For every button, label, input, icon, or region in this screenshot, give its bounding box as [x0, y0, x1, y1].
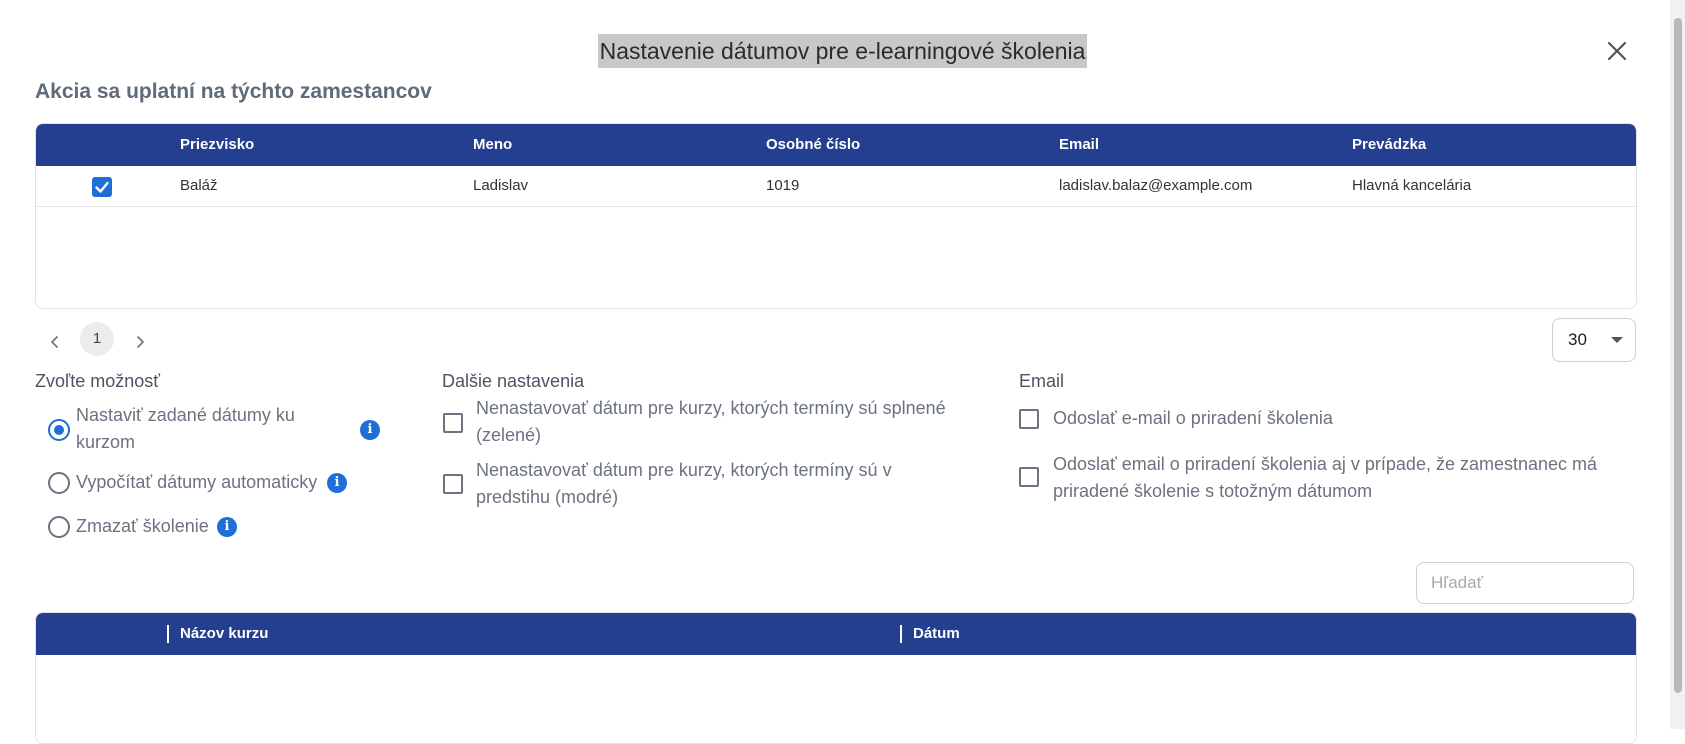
column-header-personal-number[interactable]: Osobné číslo — [766, 124, 860, 166]
checkbox-send-email-duplicate-label[interactable]: Odoslať email o priradení školenia aj v … — [1053, 451, 1618, 505]
close-button[interactable] — [1602, 36, 1632, 66]
checkbox-skip-ahead[interactable] — [443, 474, 463, 494]
column-header-email[interactable]: Email — [1059, 124, 1099, 166]
table-row[interactable]: Baláž Ladislav 1019 ladislav.balaz@examp… — [36, 166, 1636, 207]
cell-personal-number: 1019 — [766, 177, 800, 194]
dialog-title: Nastavenie dátumov pre e-learningové ško… — [597, 34, 1088, 68]
courses-table-header: Názov kurzu Dátum — [36, 613, 1636, 655]
chevron-right-icon — [137, 336, 144, 348]
page-number-button[interactable]: 1 — [80, 322, 114, 356]
close-icon — [1607, 41, 1627, 61]
checkbox-skip-completed[interactable] — [443, 413, 463, 433]
column-header-surname[interactable]: Priezvisko — [180, 124, 254, 166]
radio-calculate-dates[interactable] — [48, 472, 70, 494]
cell-surname: Baláž — [180, 177, 218, 194]
column-header-branch[interactable]: Prevádzka — [1352, 124, 1426, 166]
employees-table-header: Priezvisko Meno Osobné číslo Email Prevá… — [36, 124, 1636, 166]
radio-calculate-dates-label[interactable]: Vypočítať dátumy automaticky — [76, 469, 317, 496]
checkbox-send-email-label[interactable]: Odoslať e-mail o priradení školenia — [1053, 405, 1613, 432]
cell-email: ladislav.balaz@example.com — [1059, 177, 1253, 194]
info-icon[interactable]: i — [327, 473, 347, 493]
chevron-left-icon — [51, 336, 58, 348]
column-separator — [900, 625, 902, 643]
checkbox-send-email[interactable] — [1019, 409, 1039, 429]
radio-set-dates[interactable] — [48, 419, 70, 441]
other-settings-heading: Dalšie nastavenia — [442, 371, 585, 391]
email-settings-heading: Email — [1019, 371, 1065, 391]
info-icon[interactable]: i — [360, 420, 380, 440]
radio-delete-training-label[interactable]: Zmazať školenie — [76, 513, 209, 540]
column-header-course-name[interactable]: Názov kurzu — [180, 613, 268, 655]
radio-set-dates-label[interactable]: Nastaviť zadané dátumy ku kurzom — [76, 402, 341, 456]
info-icon[interactable]: i — [217, 517, 237, 537]
options-heading: Zvoľte možnosť — [35, 371, 161, 391]
cell-name: Ladislav — [473, 177, 529, 194]
cell-branch: Hlavná kancelária — [1352, 177, 1472, 194]
dialog-header: Nastavenie dátumov pre e-learningové ško… — [0, 34, 1685, 68]
search-input[interactable] — [1416, 562, 1634, 604]
scrollbar-thumb[interactable] — [1674, 18, 1682, 693]
column-separator — [167, 625, 169, 643]
page-size-select[interactable]: 30 — [1552, 318, 1636, 362]
radio-delete-training[interactable] — [48, 516, 70, 538]
checkbox-skip-ahead-label[interactable]: Nenastavovať dátum pre kurzy, ktorých te… — [476, 457, 966, 511]
page-size-value: 30 — [1568, 330, 1587, 349]
column-header-name[interactable]: Meno — [473, 124, 512, 166]
checkbox-skip-completed-label[interactable]: Nenastavovať dátum pre kurzy, ktorých te… — [476, 395, 966, 449]
check-icon — [95, 181, 109, 193]
caret-down-icon — [1611, 337, 1623, 343]
employees-table: Priezvisko Meno Osobné číslo Email Prevá… — [35, 123, 1637, 309]
prev-page-button[interactable] — [43, 330, 67, 354]
column-header-date[interactable]: Dátum — [913, 613, 960, 655]
next-page-button[interactable] — [128, 330, 152, 354]
employees-subtitle: Akcia sa uplatní na týchto zamestancov — [35, 80, 432, 103]
row-checkbox[interactable] — [92, 177, 112, 197]
courses-table: Názov kurzu Dátum — [35, 612, 1637, 744]
checkbox-send-email-duplicate[interactable] — [1019, 467, 1039, 487]
